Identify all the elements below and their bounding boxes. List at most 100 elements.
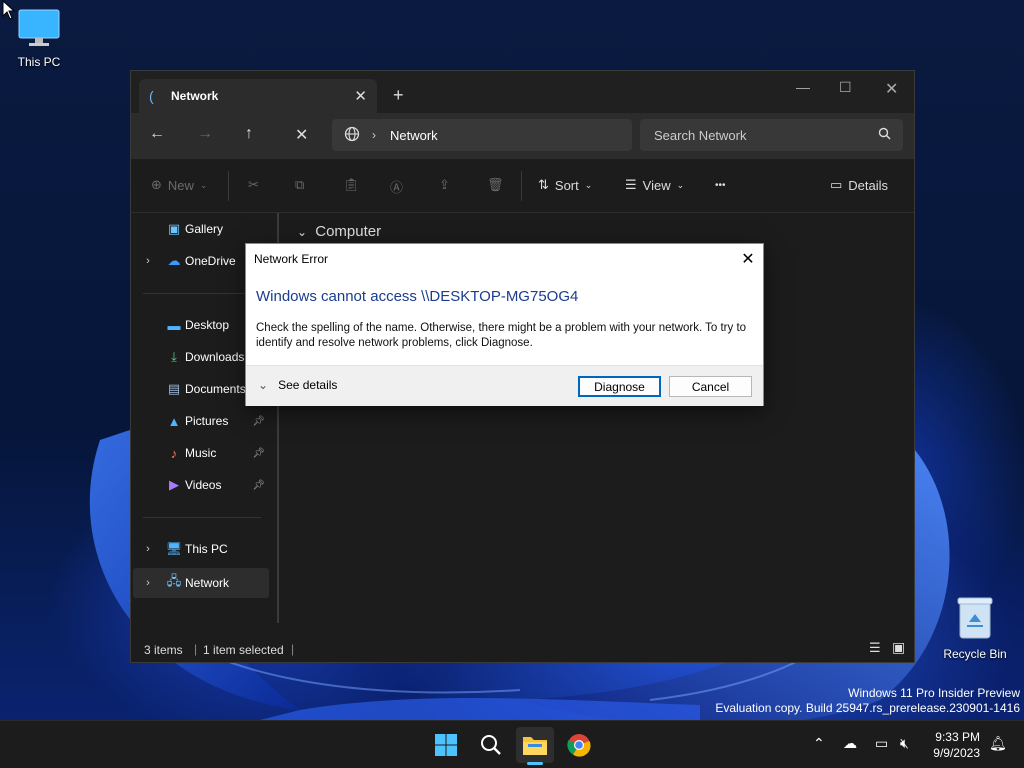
address-bar[interactable]: › Network <box>332 119 632 151</box>
watermark-build: Evaluation copy. Build 25947.rs_prerelea… <box>715 701 1020 715</box>
this-pc-icon: 🖥︎ <box>165 541 183 556</box>
expand-chevron-icon[interactable]: › <box>133 543 163 555</box>
group-header-computer[interactable]: ⌄ Computer <box>297 223 381 240</box>
file-explorer-taskbar-button[interactable] <box>516 727 554 763</box>
sidebar-item-videos[interactable]: ▶ Videos 📌︎ <box>133 472 269 498</box>
new-tab-button[interactable]: + <box>393 85 404 106</box>
group-header-label: Computer <box>315 223 382 240</box>
chevron-down-icon: ⌄ <box>676 179 685 190</box>
diagnose-button[interactable]: Diagnose <box>578 376 661 397</box>
close-window-icon[interactable]: ✕ <box>885 79 898 99</box>
tab-title: Network <box>171 89 219 103</box>
pin-icon[interactable]: 📌︎ <box>252 416 269 427</box>
search-icon <box>481 735 501 755</box>
sidebar-item-label: Pictures <box>185 414 229 428</box>
sort-label: Sort <box>554 177 579 193</box>
volume-muted-icon[interactable]: 🔇︎ <box>900 735 909 752</box>
details-button[interactable]: ▭ Details <box>830 177 888 193</box>
divider <box>143 517 261 518</box>
music-icon: ♪ <box>170 445 178 461</box>
view-list-icon: ☰ <box>625 177 637 192</box>
view-button[interactable]: ☰ View ⌄ <box>625 177 684 193</box>
monitor-icon <box>4 8 74 51</box>
dialog-heading: Windows cannot access \\DESKTOP-MG75OG4 <box>256 288 579 305</box>
details-view-icon[interactable]: ☰ <box>869 640 881 656</box>
search-button[interactable] <box>472 727 510 763</box>
minimize-icon[interactable]: — <box>796 79 810 95</box>
sidebar-item-network[interactable]: › 🖧︎ Network <box>133 568 269 598</box>
new-button[interactable]: ⊕ New ⌄ <box>151 177 207 193</box>
recycle-bin-icon <box>940 596 1010 643</box>
sidebar-item-label: Network <box>185 576 230 590</box>
dialog-title-bar: Network Error ✕ <box>246 244 763 274</box>
clock-time: 9:33 PM <box>935 730 980 744</box>
breadcrumb-chevron-icon[interactable]: › <box>372 128 376 142</box>
sidebar-item-music[interactable]: ♪ Music 📌︎ <box>133 440 269 466</box>
downloads-icon: ⤓ <box>171 349 177 364</box>
tab-network[interactable]: ( Network ✕ <box>139 79 377 113</box>
sidebar-item-gallery[interactable]: ▣ Gallery <box>133 216 269 242</box>
show-hidden-icons-chevron-icon[interactable]: ⌃ <box>813 735 825 752</box>
desktop-icon-label: This PC <box>17 55 61 69</box>
see-details-toggle[interactable]: ⌄ See details <box>258 378 337 392</box>
desktop-icon-recycle-bin[interactable]: Recycle Bin <box>940 596 1010 661</box>
back-arrow-icon[interactable]: ← <box>149 125 165 143</box>
cancel-button[interactable]: Cancel <box>669 376 752 397</box>
more-options-icon[interactable]: ••• <box>715 180 726 191</box>
videos-icon: ▶ <box>169 477 179 492</box>
start-button[interactable] <box>427 727 465 763</box>
command-bar: ⊕ New ⌄ ✂ ⧉ 📋︎ Ⓐ ⇪ 🗑︎ ⇅ Sort ⌄ ☰ View ⌄ … <box>131 159 914 213</box>
dialog-title: Network Error <box>254 252 329 266</box>
cut-icon[interactable]: ✂ <box>248 177 259 193</box>
network-status-icon[interactable]: ▭ <box>875 735 888 752</box>
pin-icon[interactable]: 📌︎ <box>252 448 269 459</box>
taskbar: ⌃ ☁ ▭ 🔇︎ 9:33 PM 9/9/2023 🔔︎ <box>0 720 1024 768</box>
copy-icon[interactable]: ⧉ <box>295 177 304 193</box>
desktop-icon-this-pc[interactable]: This PC <box>4 8 74 69</box>
chrome-taskbar-button[interactable] <box>560 727 598 763</box>
selection-count: 1 item selected <box>203 643 284 657</box>
documents-icon: ▤ <box>167 381 181 396</box>
chevron-down-icon: ⌄ <box>258 378 269 392</box>
forward-arrow-icon[interactable]: → <box>197 125 213 143</box>
network-icon: 🖧︎ <box>166 573 182 588</box>
share-icon[interactable]: ⇪ <box>439 177 450 193</box>
title-bar: ( Network ✕ + — ☐ ✕ <box>131 71 914 113</box>
status-bar: 3 items | 1 item selected | ☰ ▣ <box>131 636 914 662</box>
plus-circle-icon: ⊕ <box>151 177 162 192</box>
expand-chevron-icon[interactable]: › <box>133 255 163 267</box>
dialog-close-icon[interactable]: ✕ <box>733 249 763 269</box>
system-clock[interactable]: 9:33 PM 9/9/2023 <box>933 729 980 761</box>
rename-icon[interactable]: Ⓐ <box>390 177 403 196</box>
notification-bell-icon[interactable]: 🔔︎ <box>989 735 1007 752</box>
search-input[interactable]: Search Network <box>640 119 903 151</box>
breadcrumb-network[interactable]: Network <box>390 128 438 143</box>
sidebar-item-this-pc[interactable]: › 🖥︎ This PC <box>133 536 269 562</box>
sidebar-item-pictures[interactable]: ▲ Pictures 📌︎ <box>133 408 269 434</box>
paste-icon[interactable]: 📋︎ <box>343 177 360 193</box>
sort-button[interactable]: ⇅ Sort ⌄ <box>538 177 592 193</box>
details-label: Details <box>848 177 889 193</box>
maximize-icon[interactable]: ☐ <box>839 79 852 96</box>
loading-spinner-icon: ( <box>149 88 154 104</box>
expand-chevron-icon[interactable]: › <box>133 577 163 589</box>
chrome-icon <box>567 734 591 757</box>
divider <box>143 293 261 294</box>
onedrive-offline-icon[interactable]: ☁ <box>843 735 857 752</box>
chevron-down-icon: ⌄ <box>297 225 308 239</box>
pictures-icon: ▲ <box>167 413 181 429</box>
delete-icon[interactable]: 🗑︎ <box>487 177 504 193</box>
large-icons-view-icon[interactable]: ▣ <box>892 639 905 656</box>
status-divider: | <box>291 642 295 656</box>
sidebar-item-label: Gallery <box>185 222 224 236</box>
pin-icon[interactable]: 📌︎ <box>252 480 269 491</box>
dialog-footer: ⌄ See details Diagnose Cancel <box>246 365 763 406</box>
item-count: 3 items <box>144 643 183 657</box>
up-arrow-icon[interactable]: ↑ <box>245 125 253 143</box>
tab-close-icon[interactable]: ✕ <box>354 87 367 105</box>
status-divider: | <box>194 642 198 656</box>
dialog-message: Check the spelling of the name. Otherwis… <box>256 322 747 349</box>
view-label: View <box>642 177 671 193</box>
stop-loading-icon[interactable]: ✕ <box>295 125 308 145</box>
desktop-icon: ▬ <box>167 317 181 333</box>
